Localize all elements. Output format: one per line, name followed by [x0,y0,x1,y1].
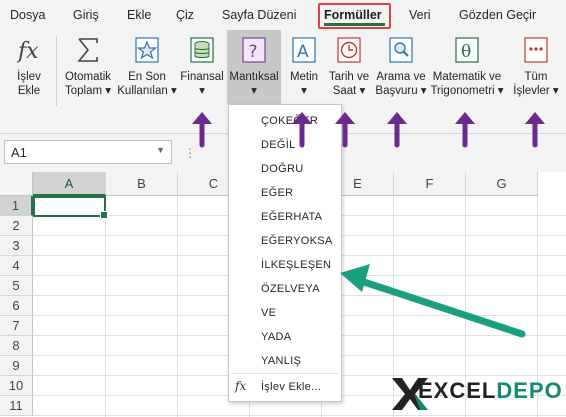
formula-bar-grip[interactable]: ⋮ [184,146,196,160]
tab-sayfa-duzeni[interactable]: Sayfa Düzeni [222,8,296,22]
question-mark-icon: ? [241,36,267,64]
date-time-button[interactable]: Tarih ve Saat ▾ [325,30,373,106]
tab-ciz[interactable]: Çiz [176,8,194,22]
logo-text-depo: DEPO [496,378,563,403]
dropdown-item-3[interactable]: DOĞRU [261,163,303,175]
grid-row-line [33,415,566,416]
dropdown-item-2[interactable]: DEĞİL [261,139,296,151]
autosum-button[interactable]: Otomatik Toplam ▾ [60,30,116,106]
math-trig-label: Matematik ve Trigonometri ▾ [430,71,504,97]
row-header-3[interactable]: 3 [0,236,33,256]
magnifier-icon [388,36,414,64]
chevron-down-icon[interactable]: ▼ [156,145,165,155]
row-header-9[interactable]: 9 [0,356,33,376]
money-stack-icon [189,36,215,64]
dropdown-item-7[interactable]: İLKEŞLEŞEN [261,259,331,271]
logical-button[interactable]: ? Mantıksal ▾ [227,30,281,104]
row-header-4[interactable]: 4 [0,256,33,276]
active-cell-a1[interactable] [33,196,108,219]
logical-functions-dropdown: ÇOKEĞER DEĞİL DOĞRU EĞER EĞERHATA EĞERYOKSA İL… [228,104,342,402]
logo-text-excel: EXCEL [418,378,497,403]
dropdown-item-11[interactable]: YANLIŞ [261,355,301,367]
tab-gozden-gecir[interactable]: Gözden Geçir [459,8,536,22]
insert-function-label: İşlev Ekle [17,71,41,97]
more-functions-button[interactable]: Tüm İşlevler ▾ [510,30,562,106]
logical-label: Mantıksal ▾ [229,71,279,97]
row-header-7[interactable]: 7 [0,316,33,336]
dropdown-item-6[interactable]: EĞERYOKSA [261,235,333,247]
fx-icon: fx [235,379,247,393]
autosum-label: Otomatik Toplam ▾ [64,71,112,97]
svg-text:?: ? [249,42,258,62]
row-header-1[interactable]: 1 [0,196,33,216]
dropdown-item-1[interactable]: ÇOKEĞER [261,115,318,127]
row-header-11[interactable]: 11 [0,396,33,416]
select-all-corner[interactable] [0,172,33,196]
logo-wordmark: EXCELDEPO [418,378,563,404]
column-header-b[interactable]: B [106,172,178,196]
dropdown-item-9[interactable]: VE [261,307,276,319]
row-header-10[interactable]: 10 [0,376,33,396]
sigma-icon [75,36,101,64]
column-header-g[interactable]: G [466,172,538,196]
lookup-reference-label: Arama ve Başvuru ▾ [375,71,427,97]
svg-text:fx: fx [16,39,39,64]
financial-button[interactable]: Finansal ▾ [178,30,226,106]
svg-text:θ: θ [461,42,471,62]
text-functions-label: Metin ▾ [289,71,319,97]
dropdown-item-10[interactable]: YADA [261,331,291,343]
name-box[interactable]: A1 ▼ [4,140,172,164]
row-header-6[interactable]: 6 [0,296,33,316]
tab-giris[interactable]: Giriş [73,8,99,22]
grid-column-line [177,196,178,417]
text-functions-button[interactable]: A Metin ▾ [284,30,324,106]
clock-icon [336,36,362,64]
tab-ekle[interactable]: Ekle [127,8,151,22]
tab-formuller[interactable]: Formüller [324,8,382,22]
column-header-f[interactable]: F [394,172,466,196]
recently-used-label: En Son Kullanılan ▾ [117,71,177,97]
more-dots-icon [523,36,549,64]
dropdown-insert-function[interactable]: İşlev Ekle... [261,381,321,393]
tab-dosya[interactable]: Dosya [10,8,45,22]
dropdown-item-5[interactable]: EĞERHATA [261,211,322,223]
insert-function-button[interactable]: fx İşlev Ekle [4,30,54,97]
letter-a-icon: A [291,36,317,64]
more-functions-label: Tüm İşlevler ▾ [513,71,559,97]
name-box-value: A1 [11,145,27,160]
svg-text:A: A [297,42,309,62]
financial-label: Finansal ▾ [180,71,224,97]
fx-icon: fx [16,36,42,64]
lookup-reference-button[interactable]: Arama ve Başvuru ▾ [373,30,429,106]
dropdown-item-4[interactable]: EĞER [261,187,293,199]
dropdown-separator [231,373,339,374]
theta-icon: θ [454,36,480,64]
column-header-a[interactable]: A [33,172,106,196]
row-header-5[interactable]: 5 [0,276,33,296]
math-trig-button[interactable]: θ Matematik ve Trigonometri ▾ [429,30,505,106]
active-tab-underline [324,23,385,26]
menu-bar: Dosya Giriş Ekle Çiz Sayfa Düzeni Formül… [0,0,566,30]
row-header-8[interactable]: 8 [0,336,33,356]
grid-column-line [105,196,106,417]
recently-used-button[interactable]: En Son Kullanılan ▾ [117,30,177,106]
star-icon [134,36,160,64]
row-header-2[interactable]: 2 [0,216,33,236]
dropdown-item-8[interactable]: ÖZELVEYA [261,283,320,295]
tab-veri[interactable]: Veri [409,8,431,22]
date-time-label: Tarih ve Saat ▾ [328,71,370,97]
ribbon-separator [56,36,57,106]
